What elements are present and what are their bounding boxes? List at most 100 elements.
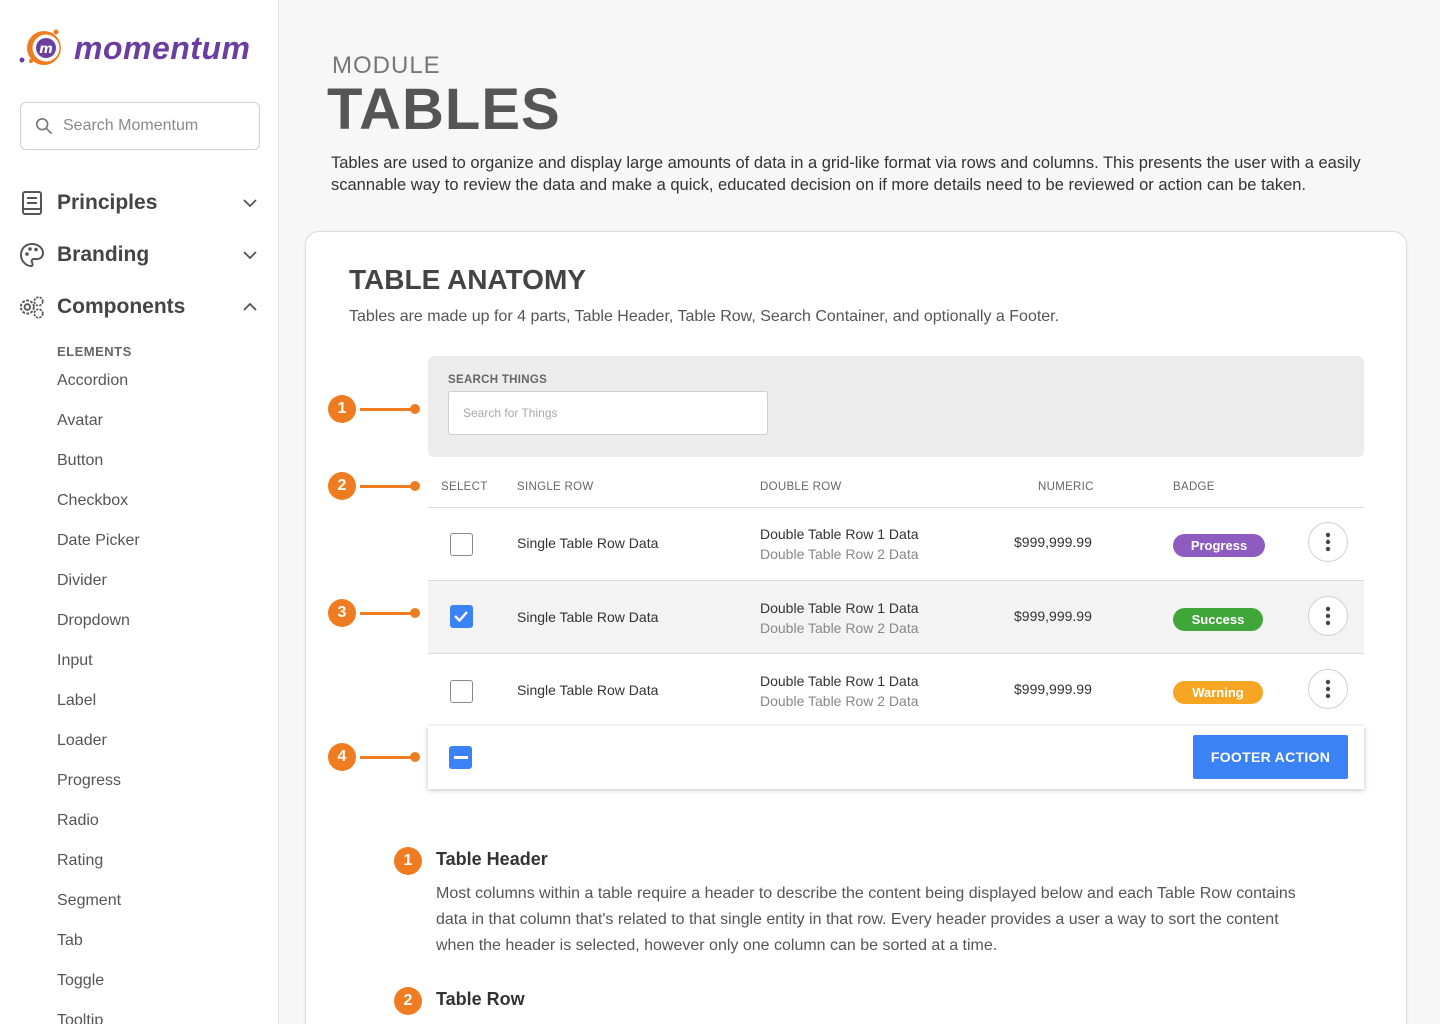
table-search-container: SEARCH THINGS (428, 356, 1364, 457)
column-header-badge[interactable]: BADGE (1173, 481, 1215, 493)
table-row[interactable]: Single Table Row Data Double Table Row 1… (428, 581, 1364, 654)
anatomy-marker-3: 3 (328, 599, 420, 627)
sidebar-item-accordion[interactable]: Accordion (57, 369, 140, 409)
search-label: SEARCH THINGS (448, 374, 548, 386)
footer-action-button[interactable]: FOOTER ACTION (1193, 735, 1348, 779)
momentum-logo-icon: m (18, 26, 68, 70)
main-content: MODULE TABLES Tables are used to organiz… (280, 0, 1440, 1024)
description-body: Most columns within a table require a he… (436, 885, 1296, 954)
column-header-single-row[interactable]: SINGLE ROW (517, 481, 593, 493)
sidebar-item-progress[interactable]: Progress (57, 769, 140, 809)
description-title: Table Header (436, 849, 548, 869)
single-row-cell: Single Table Row Data (517, 535, 659, 551)
table-footer: FOOTER ACTION (428, 726, 1364, 789)
table-anatomy-card: TABLE ANATOMY Tables are made up for 4 p… (305, 231, 1407, 1024)
numeric-cell: $999,999.99 (1014, 534, 1092, 550)
numeric-cell: $999,999.99 (1014, 608, 1092, 624)
svg-text:m: m (39, 42, 53, 57)
sidebar-item-toggle[interactable]: Toggle (57, 969, 140, 1009)
sidebar-section-branding[interactable]: Branding (18, 239, 260, 271)
double-row-line-2: Double Table Row 2 Data (760, 620, 919, 636)
sidebar-section-principles[interactable]: Principles (18, 187, 260, 219)
anatomy-marker-1: 1 (328, 395, 420, 423)
marker-number: 2 (328, 472, 356, 500)
marker-number: 3 (328, 599, 356, 627)
minus-icon (453, 755, 468, 759)
column-header-select[interactable]: SELECT (441, 481, 488, 493)
table-header: SELECT SINGLE ROW DOUBLE ROW NUMERIC BAD… (428, 468, 1364, 508)
momentum-logo[interactable]: m momentum (18, 26, 250, 70)
sidebar-search[interactable] (20, 102, 260, 150)
marker-line (360, 404, 420, 414)
double-row-line-2: Double Table Row 2 Data (760, 546, 919, 562)
status-badge: Success (1173, 608, 1263, 631)
page-description: Tables are used to organize and display … (331, 154, 1361, 194)
anatomy-marker-2: 2 (328, 472, 420, 500)
description-number: 1 (394, 847, 422, 875)
sidebar-item-tooltip[interactable]: Tooltip (57, 1009, 140, 1024)
row-checkbox[interactable] (450, 533, 473, 556)
status-badge: Warning (1173, 681, 1263, 704)
sidebar: m momentum Principles Branding Component… (0, 0, 279, 1024)
palette-icon (18, 241, 46, 269)
page-title: TABLES (327, 77, 561, 142)
select-all-checkbox[interactable] (449, 746, 472, 769)
sidebar-item-label[interactable]: Label (57, 689, 140, 729)
table-search-input[interactable] (448, 391, 768, 435)
numeric-cell: $999,999.99 (1014, 681, 1092, 697)
checkmark-icon (454, 611, 468, 623)
sidebar-item-loader[interactable]: Loader (57, 729, 140, 769)
sidebar-group-label: ELEMENTS (57, 344, 132, 359)
search-icon (35, 117, 53, 135)
sidebar-item-tab[interactable]: Tab (57, 929, 140, 969)
marker-line (360, 752, 420, 762)
row-checkbox[interactable] (450, 605, 473, 628)
column-header-numeric[interactable]: NUMERIC (1038, 481, 1094, 493)
double-row-line-2: Double Table Row 2 Data (760, 693, 919, 709)
status-badge: Progress (1173, 534, 1265, 557)
sidebar-search-input[interactable] (63, 117, 243, 135)
column-header-double-row[interactable]: DOUBLE ROW (760, 481, 842, 493)
section-description: Tables are made up for 4 parts, Table He… (349, 308, 1060, 325)
single-row-cell: Single Table Row Data (517, 682, 659, 698)
anatomy-marker-4: 4 (328, 743, 420, 771)
sidebar-item-segment[interactable]: Segment (57, 889, 140, 929)
gears-icon (18, 293, 46, 321)
marker-line (360, 608, 420, 618)
sidebar-section-label: Components (57, 295, 186, 318)
sidebar-item-input[interactable]: Input (57, 649, 140, 689)
single-row-cell: Single Table Row Data (517, 609, 659, 625)
row-more-button[interactable] (1308, 596, 1348, 636)
marker-number: 4 (328, 743, 356, 771)
logo-wordmark: momentum (74, 29, 251, 66)
sidebar-item-date-picker[interactable]: Date Picker (57, 529, 140, 569)
double-row-line-1: Double Table Row 1 Data (760, 673, 919, 689)
more-vertical-icon (1325, 606, 1331, 626)
sidebar-section-components[interactable]: Components (18, 291, 260, 323)
row-more-button[interactable] (1308, 669, 1348, 709)
table-row[interactable]: Single Table Row Data Double Table Row 1… (428, 654, 1364, 727)
marker-number: 1 (328, 395, 356, 423)
more-vertical-icon (1325, 679, 1331, 699)
sidebar-item-checkbox[interactable]: Checkbox (57, 489, 140, 529)
sidebar-item-divider[interactable]: Divider (57, 569, 140, 609)
sidebar-item-avatar[interactable]: Avatar (57, 409, 140, 449)
section-title: TABLE ANATOMY (349, 264, 586, 295)
sidebar-section-label: Branding (57, 243, 150, 266)
table-row[interactable]: Single Table Row Data Double Table Row 1… (428, 508, 1364, 581)
description-title: Table Row (436, 989, 525, 1009)
description-number: 2 (394, 987, 422, 1015)
chevron-down-icon (243, 199, 257, 208)
row-more-button[interactable] (1308, 522, 1348, 562)
book-icon (18, 189, 46, 217)
chevron-down-icon (243, 251, 257, 260)
sidebar-item-radio[interactable]: Radio (57, 809, 140, 849)
more-vertical-icon (1325, 532, 1331, 552)
sidebar-item-button[interactable]: Button (57, 449, 140, 489)
sidebar-element-list: Accordion Avatar Button Checkbox Date Pi… (57, 369, 140, 1024)
row-checkbox[interactable] (450, 680, 473, 703)
double-row-line-1: Double Table Row 1 Data (760, 526, 919, 542)
marker-line (360, 481, 420, 491)
sidebar-item-dropdown[interactable]: Dropdown (57, 609, 140, 649)
sidebar-item-rating[interactable]: Rating (57, 849, 140, 889)
